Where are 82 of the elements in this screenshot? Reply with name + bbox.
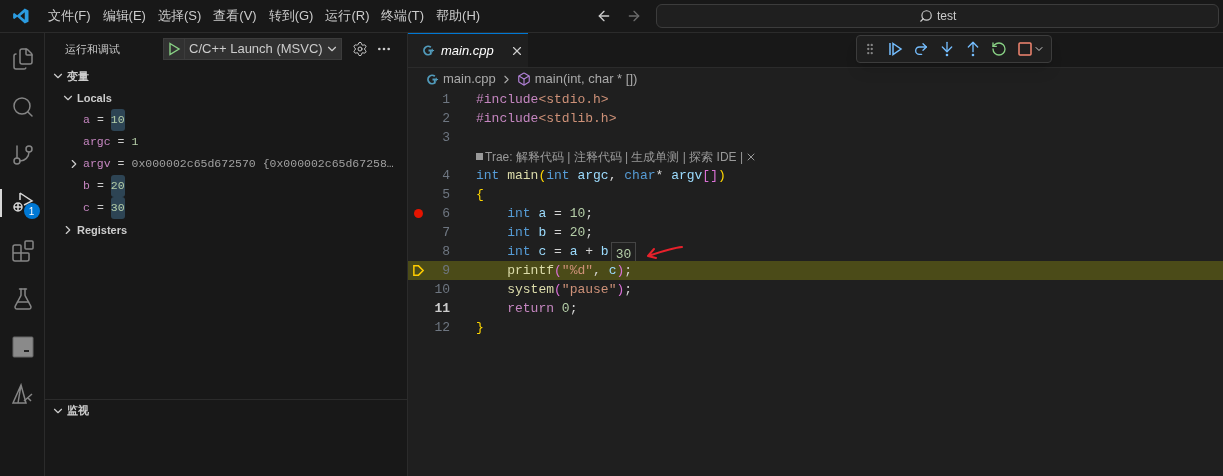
line-number: 3 <box>441 128 450 147</box>
line-number: 1 <box>441 90 450 109</box>
code-text: { <box>476 185 484 204</box>
line-number: 7 <box>441 223 450 242</box>
menu-item[interactable]: 查看(V) <box>207 6 263 26</box>
variable-value: 0x000002c65d672570 {0x000002c65d67258… <box>131 156 394 173</box>
launch-config-select[interactable]: C/C++ Launch (MSVC) <box>163 38 342 60</box>
restart-icon[interactable] <box>991 41 1007 57</box>
breadcrumb-item[interactable]: main(int, char * []) <box>534 69 638 89</box>
activity-bar-item[interactable]: 1 <box>0 189 45 217</box>
stop-icon[interactable] <box>1017 41 1033 57</box>
settings-icon[interactable] <box>351 41 368 57</box>
line-number: 8 <box>441 242 450 261</box>
variable-name: argv <box>83 156 111 173</box>
line-number: 6 <box>441 204 450 223</box>
variable-name: a <box>83 112 90 129</box>
annotation-arrow <box>644 243 685 260</box>
line-number: 5 <box>441 185 450 204</box>
line-number: 11 <box>433 299 450 318</box>
menu-item[interactable]: 转到(G) <box>262 6 320 26</box>
scope-row[interactable]: Locals <box>45 87 407 109</box>
sidebar-title: 运行和调试 <box>65 41 121 57</box>
menu-item[interactable]: 文件(F) <box>42 6 97 26</box>
line-number: 12 <box>433 318 450 337</box>
variable-name: argc <box>83 134 111 151</box>
menu-item[interactable]: 选择(S) <box>151 6 208 26</box>
extensions-icon <box>11 239 35 263</box>
step-into-icon[interactable] <box>939 41 955 57</box>
flask-icon <box>11 287 35 311</box>
code-lens[interactable]: Trae: 解释代码 | 注释代码 | 生成单测 | 探索 IDE | <box>485 147 744 166</box>
variable-value: 30 <box>110 197 125 219</box>
search-icon <box>918 9 933 23</box>
code-text: system("pause"); <box>506 280 633 299</box>
files-icon <box>11 47 35 71</box>
equals-sign: = <box>96 200 104 217</box>
code-text: #include<stdio.h> <box>476 90 609 109</box>
current-line-icon <box>411 264 425 277</box>
menu-item[interactable]: 运行(R) <box>319 6 376 26</box>
line-number: 2 <box>441 109 450 128</box>
code-text: int a = 10; <box>506 204 594 223</box>
cpp-file-icon <box>426 72 439 86</box>
equals-sign: = <box>96 112 104 129</box>
editor-tab[interactable]: main.cpp <box>408 33 528 67</box>
search-icon <box>11 95 35 119</box>
terminal-icon <box>11 335 35 359</box>
variables-header[interactable]: 变量 <box>45 65 407 87</box>
code-text: int b = 20; <box>506 223 594 242</box>
line-number: 10 <box>433 280 450 299</box>
variable-value: 10 <box>110 109 125 131</box>
pyramid-tool-icon <box>11 383 35 407</box>
step-out-icon[interactable] <box>965 41 981 57</box>
code-text: } <box>476 318 484 337</box>
line-number: 4 <box>441 166 450 185</box>
variable-name: b <box>83 178 90 195</box>
code-text: return 0; <box>506 299 578 318</box>
variable-name: c <box>83 200 90 217</box>
start-debug-icon[interactable] <box>166 41 182 57</box>
code-text: int main(int argc, char* argv[]) <box>476 166 726 185</box>
variable-value: 1 <box>131 134 139 151</box>
notification-badge: 1 <box>23 203 40 219</box>
line-number: 9 <box>441 261 450 280</box>
step-over-icon[interactable] <box>913 41 929 57</box>
variable-value: 20 <box>110 175 125 197</box>
menu-item[interactable]: 终端(T) <box>375 6 431 26</box>
breadcrumb-item[interactable]: main.cpp <box>443 69 496 89</box>
cube-icon <box>516 72 531 86</box>
equals-sign: = <box>117 156 125 173</box>
branch-icon <box>11 143 35 167</box>
scope-row[interactable]: Registers <box>45 219 407 241</box>
run-debug-icon <box>11 191 35 215</box>
code-text: int c = a + b <box>506 242 609 261</box>
app-logo-icon <box>12 7 30 25</box>
menu-item[interactable]: 编辑(E) <box>96 6 152 26</box>
watch-header[interactable]: 监视 <box>45 399 407 421</box>
continue-icon[interactable] <box>887 41 903 57</box>
square-icon <box>476 153 483 160</box>
equals-sign: = <box>96 178 104 195</box>
code-text: #include<stdlib.h> <box>476 109 617 128</box>
search-field[interactable]: test <box>656 4 1220 28</box>
menu-item[interactable]: 帮助(H) <box>430 6 487 26</box>
equals-sign: = <box>117 134 125 151</box>
cpp-file-icon <box>422 44 435 57</box>
